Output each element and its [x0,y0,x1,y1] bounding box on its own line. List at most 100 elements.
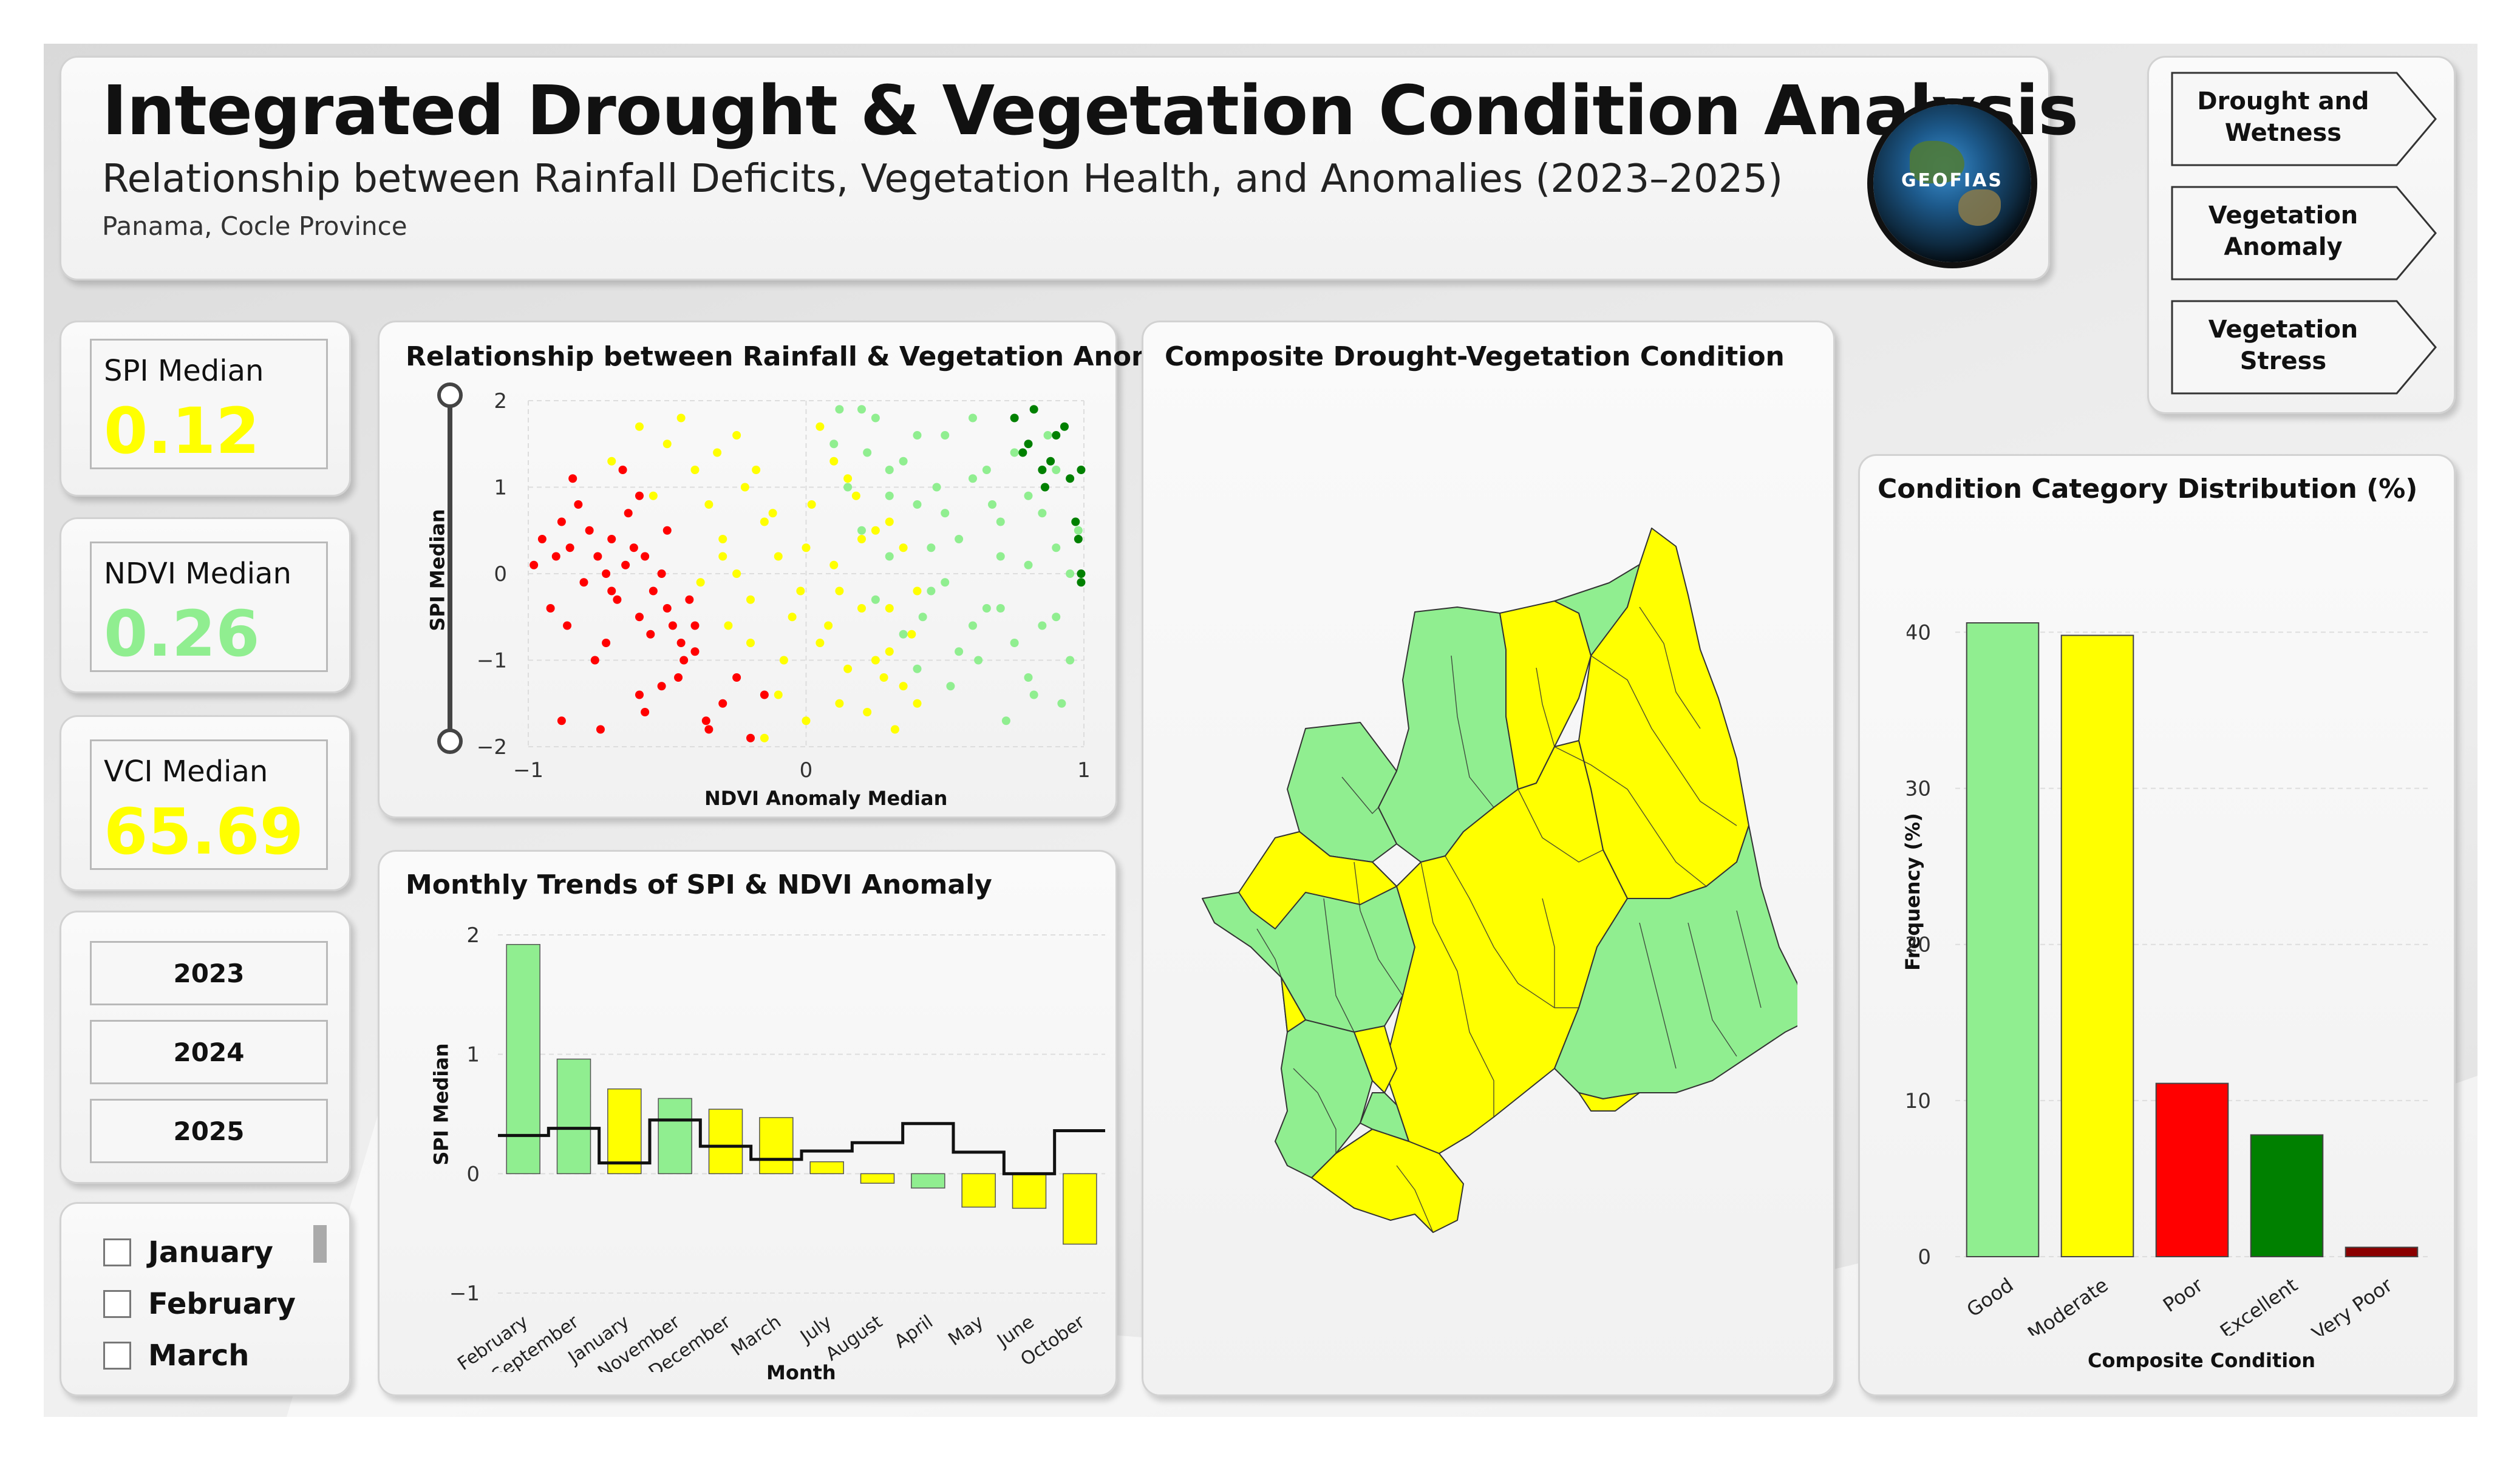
x-tick-label: 0 [800,758,813,783]
trend-bar [658,1098,692,1175]
scatter-point [927,543,936,552]
kpi-label: SPI Median [104,354,264,388]
scatter-point [746,595,755,604]
scatter-point [871,413,880,423]
kpi-value: 0.26 [104,597,260,671]
nav-button-label: Drought and Wetness [2197,87,2369,147]
scatter-point [879,673,888,682]
scatter-point [613,595,622,604]
scatter-point [913,431,922,440]
scatter-point [1066,656,1075,665]
scatter-point [802,543,811,552]
scatter-point [1071,517,1080,526]
scatter-point [857,604,866,613]
scatter-point [941,509,950,518]
month-item-march[interactable]: March [103,1334,249,1377]
x-tick-label: May [944,1311,987,1350]
scatter-point [635,690,644,699]
scatter-point [774,690,783,699]
checkbox[interactable] [103,1342,131,1370]
scatter-point [679,656,689,665]
x-tick-label: −1 [513,758,543,783]
scatter-point [796,586,805,596]
scatter-point [621,560,630,569]
scatter-point [649,586,658,596]
scatter-point [851,491,860,500]
scatter-point [1029,405,1038,414]
logo-text: GEOFIAS [1901,170,2004,191]
year-button-2024[interactable]: 2024 [90,1020,328,1084]
nav-button-vegetation-stress[interactable]: Vegetation Stress [2171,300,2438,395]
slider-handle-top[interactable] [437,382,463,408]
province-map [1202,528,1797,1233]
scatter-point [927,586,936,596]
scatter-point [1010,448,1019,457]
month-slicer-scrollbar[interactable] [313,1225,327,1263]
trend-bar [506,943,540,1175]
scatter-point [802,716,811,725]
scatter-point [871,656,880,665]
scatter-point [635,422,644,431]
geofias-logo: GEOFIAS [1873,104,2031,262]
scatter-point [696,578,705,587]
scatter-point [1077,466,1086,474]
y-tick-label: 2 [466,923,480,948]
slider-handle-bottom[interactable] [437,728,463,754]
year-button-2025[interactable]: 2025 [90,1099,328,1163]
scatter-point [607,586,616,596]
month-label: February [148,1287,296,1321]
y-tick-label: 40 [1907,620,1931,645]
scatter-point [537,535,547,543]
scatter-point [593,552,602,561]
checkbox[interactable] [103,1238,131,1266]
month-item-january[interactable]: January [103,1231,273,1274]
scatter-point [718,552,727,561]
x-tick-label: August [822,1311,887,1365]
scatter-point [1052,466,1061,474]
year-button-2023[interactable]: 2023 [90,941,328,1005]
scatter-point [690,647,700,656]
scatter-point [574,500,583,509]
scatter-point [969,413,977,423]
distribution-title: Condition Category Distribution (%) [1878,474,2418,504]
scatter-point [941,578,950,587]
distribution-x-label: Composite Condition [2088,1349,2316,1372]
scatter-point [1001,716,1010,725]
scatter-point [602,639,611,647]
page-location: Panama, Cocle Province [102,211,407,241]
scatter-point [668,621,677,630]
scatter-point [829,457,839,466]
nav-button-vegetation-anomaly[interactable]: Vegetation Anomaly [2171,186,2438,280]
distribution-chart: 0 10 20 30 40 Good Moderate Poor Excellent Very P… [1907,620,2429,1336]
scatter-point [746,639,755,647]
x-tick-label: March [727,1311,785,1360]
scatter-point [982,466,991,474]
scatter-point [1077,569,1086,578]
scatter-point [913,500,922,509]
scatter-point [718,699,727,708]
scatter-point [907,630,916,639]
kpi-value: 0.12 [104,394,260,468]
month-item-february[interactable]: February [103,1283,296,1325]
trends-title: Monthly Trends of SPI & NDVI Anomaly [406,869,992,900]
scatter-point [857,405,866,414]
scatter-point [1010,413,1019,423]
scatter-point [969,621,977,630]
scatter-point [602,569,611,578]
scatter-point [662,604,672,613]
trend-bar [809,1161,844,1175]
y-tick-label: 0 [494,562,507,586]
nav-button-drought-wetness[interactable]: Drought and Wetness [2171,72,2438,166]
scatter-point [635,491,644,500]
scatter-point [996,552,1005,561]
scatter-point [913,586,922,596]
scatter-point [1057,699,1066,708]
scatter-point [1052,613,1061,622]
checkbox[interactable] [103,1290,131,1318]
y-tick-label: −1 [449,1282,480,1306]
y-tick-label: 10 [1907,1089,1931,1113]
scatter-point [546,604,555,613]
scatter-point [641,708,650,716]
scatter-point [1066,474,1075,483]
kpi-label: NDVI Median [104,557,291,591]
